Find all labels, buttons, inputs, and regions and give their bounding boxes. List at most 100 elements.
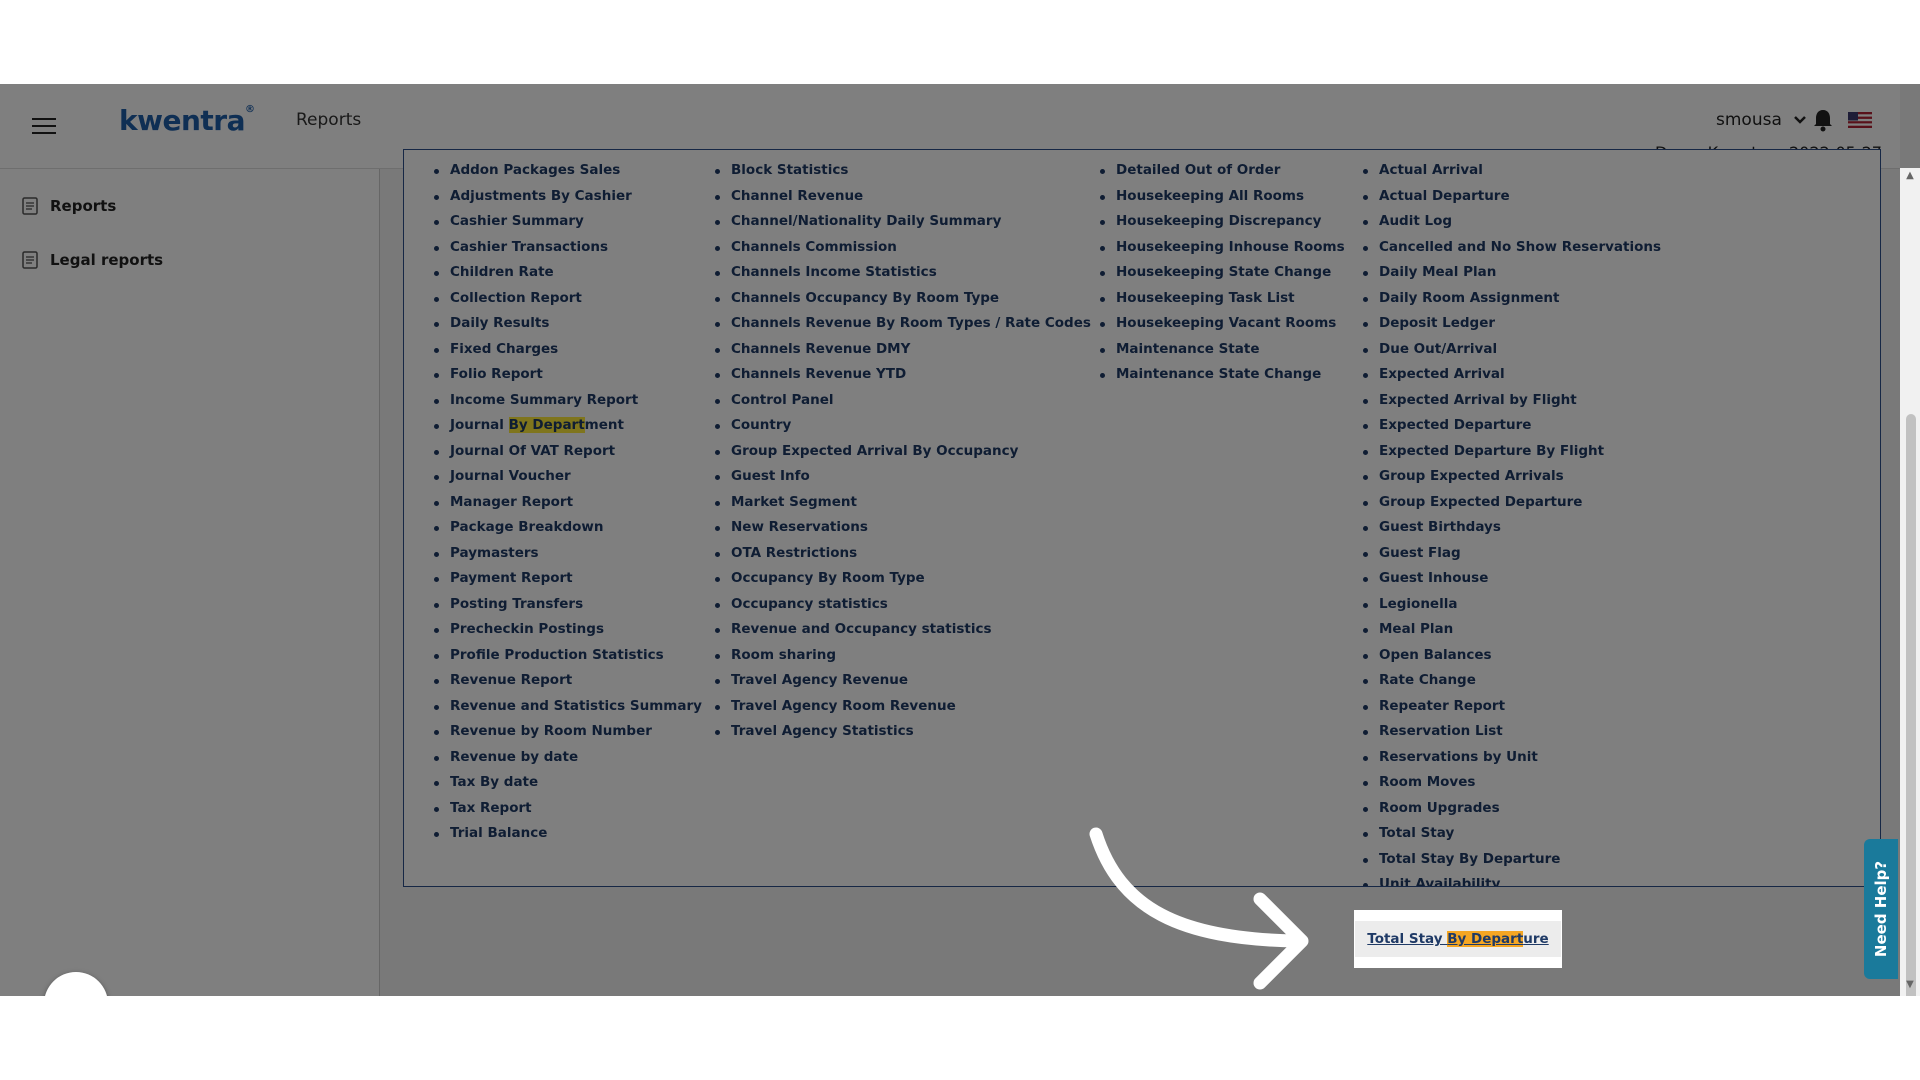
report-link[interactable]: Group Expected Arrivals: [1359, 464, 1661, 490]
report-link[interactable]: Housekeeping State Change: [1096, 260, 1345, 286]
report-link[interactable]: Expected Departure: [1359, 413, 1661, 439]
report-link[interactable]: Cashier Transactions: [430, 235, 702, 261]
report-link[interactable]: Room sharing: [711, 643, 1091, 669]
report-link[interactable]: Channels Commission: [711, 235, 1091, 261]
report-link[interactable]: Reservation List: [1359, 719, 1661, 745]
report-link[interactable]: Due Out/Arrival: [1359, 337, 1661, 363]
report-link[interactable]: Paymasters: [430, 541, 702, 567]
report-link[interactable]: Income Summary Report: [430, 388, 702, 414]
report-link[interactable]: Housekeeping Inhouse Rooms: [1096, 235, 1345, 261]
report-link[interactable]: Channels Revenue By Room Types / Rate Co…: [711, 311, 1091, 337]
report-link[interactable]: Channel/Nationality Daily Summary: [711, 209, 1091, 235]
report-link[interactable]: Total Stay By Departure: [1359, 847, 1661, 873]
report-link[interactable]: Detailed Out of Order: [1096, 158, 1345, 184]
report-link[interactable]: Revenue and Statistics Summary: [430, 694, 702, 720]
report-link[interactable]: Channels Revenue YTD: [711, 362, 1091, 388]
report-link[interactable]: Unit Availability: [1359, 872, 1661, 886]
report-link[interactable]: Expected Arrival: [1359, 362, 1661, 388]
report-link[interactable]: OTA Restrictions: [711, 541, 1091, 567]
report-link[interactable]: Journal Voucher: [430, 464, 702, 490]
report-link[interactable]: Audit Log: [1359, 209, 1661, 235]
report-link[interactable]: Cashier Summary: [430, 209, 702, 235]
report-link[interactable]: Revenue Report: [430, 668, 702, 694]
report-link[interactable]: Expected Arrival by Flight: [1359, 388, 1661, 414]
report-link[interactable]: Revenue by date: [430, 745, 702, 771]
us-flag-icon[interactable]: [1848, 112, 1872, 128]
sidebar-item-reports[interactable]: Reports: [22, 193, 116, 219]
report-link[interactable]: Collection Report: [430, 286, 702, 312]
report-link[interactable]: Maintenance State Change: [1096, 362, 1345, 388]
report-link[interactable]: Channels Occupancy By Room Type: [711, 286, 1091, 312]
report-link[interactable]: Actual Arrival: [1359, 158, 1661, 184]
report-link[interactable]: Daily Room Assignment: [1359, 286, 1661, 312]
report-link[interactable]: Housekeeping Task List: [1096, 286, 1345, 312]
report-link[interactable]: Addon Packages Sales: [430, 158, 702, 184]
report-link[interactable]: Guest Inhouse: [1359, 566, 1661, 592]
report-link[interactable]: Deposit Ledger: [1359, 311, 1661, 337]
report-link[interactable]: Reservations by Unit: [1359, 745, 1661, 771]
report-link[interactable]: Rate Change: [1359, 668, 1661, 694]
report-link[interactable]: Guest Info: [711, 464, 1091, 490]
report-link[interactable]: Housekeeping All Rooms: [1096, 184, 1345, 210]
report-link[interactable]: Travel Agency Statistics: [711, 719, 1091, 745]
report-link[interactable]: Profile Production Statistics: [430, 643, 702, 669]
scroll-up-icon[interactable]: ▲: [1904, 170, 1916, 182]
hamburger-menu-icon[interactable]: [32, 118, 56, 136]
report-link[interactable]: Revenue by Room Number: [430, 719, 702, 745]
report-link[interactable]: Meal Plan: [1359, 617, 1661, 643]
report-link[interactable]: Repeater Report: [1359, 694, 1661, 720]
report-link[interactable]: Revenue and Occupancy statistics: [711, 617, 1091, 643]
report-link[interactable]: Trial Balance: [430, 821, 702, 847]
report-link[interactable]: Room Upgrades: [1359, 796, 1661, 822]
report-link[interactable]: Tax By date: [430, 770, 702, 796]
report-link[interactable]: Daily Meal Plan: [1359, 260, 1661, 286]
report-link[interactable]: Daily Results: [430, 311, 702, 337]
report-link[interactable]: Housekeeping Vacant Rooms: [1096, 311, 1345, 337]
need-help-button[interactable]: Need Help?: [1864, 839, 1898, 979]
report-link[interactable]: Cancelled and No Show Reservations: [1359, 235, 1661, 261]
report-link[interactable]: Group Expected Arrival By Occupancy: [711, 439, 1091, 465]
report-link[interactable]: Open Balances: [1359, 643, 1661, 669]
report-link[interactable]: Legionella: [1359, 592, 1661, 618]
report-link[interactable]: Market Segment: [711, 490, 1091, 516]
report-link[interactable]: Children Rate: [430, 260, 702, 286]
report-link[interactable]: Manager Report: [430, 490, 702, 516]
report-link[interactable]: Housekeeping Discrepancy: [1096, 209, 1345, 235]
report-link[interactable]: Control Panel: [711, 388, 1091, 414]
report-link[interactable]: Posting Transfers: [430, 592, 702, 618]
report-link[interactable]: Travel Agency Room Revenue: [711, 694, 1091, 720]
report-link[interactable]: Total Stay: [1359, 821, 1661, 847]
support-chat-widget[interactable]: g. 3: [44, 972, 108, 996]
report-link[interactable]: Journal By Department: [430, 413, 702, 439]
report-link[interactable]: Travel Agency Revenue: [711, 668, 1091, 694]
report-link[interactable]: Package Breakdown: [430, 515, 702, 541]
report-link[interactable]: Precheckin Postings: [430, 617, 702, 643]
report-link[interactable]: Channels Income Statistics: [711, 260, 1091, 286]
report-link[interactable]: Tax Report: [430, 796, 702, 822]
report-link[interactable]: Group Expected Departure: [1359, 490, 1661, 516]
report-link[interactable]: Folio Report: [430, 362, 702, 388]
report-link[interactable]: Adjustments By Cashier: [430, 184, 702, 210]
report-link-total-stay-by-departure[interactable]: Total Stay By Departure: [1355, 921, 1561, 957]
report-link[interactable]: Maintenance State: [1096, 337, 1345, 363]
report-link[interactable]: Channels Revenue DMY: [711, 337, 1091, 363]
kwentra-logo[interactable]: kwentra®: [119, 104, 255, 137]
report-link[interactable]: Expected Departure By Flight: [1359, 439, 1661, 465]
report-link[interactable]: Guest Flag: [1359, 541, 1661, 567]
scrollbar-thumb[interactable]: [1906, 414, 1916, 996]
report-link[interactable]: Fixed Charges: [430, 337, 702, 363]
report-link[interactable]: Journal Of VAT Report: [430, 439, 702, 465]
report-link[interactable]: Occupancy statistics: [711, 592, 1091, 618]
report-link[interactable]: Country: [711, 413, 1091, 439]
bell-icon[interactable]: [1812, 108, 1834, 132]
report-link[interactable]: Channel Revenue: [711, 184, 1091, 210]
report-link[interactable]: Guest Birthdays: [1359, 515, 1661, 541]
report-link[interactable]: Room Moves: [1359, 770, 1661, 796]
sidebar-item-legal-reports[interactable]: Legal reports: [22, 247, 163, 273]
report-link[interactable]: New Reservations: [711, 515, 1091, 541]
report-link[interactable]: Block Statistics: [711, 158, 1091, 184]
report-link[interactable]: Actual Departure: [1359, 184, 1661, 210]
report-link[interactable]: Payment Report: [430, 566, 702, 592]
report-link[interactable]: Occupancy By Room Type: [711, 566, 1091, 592]
user-menu[interactable]: smousa: [1716, 110, 1807, 130]
